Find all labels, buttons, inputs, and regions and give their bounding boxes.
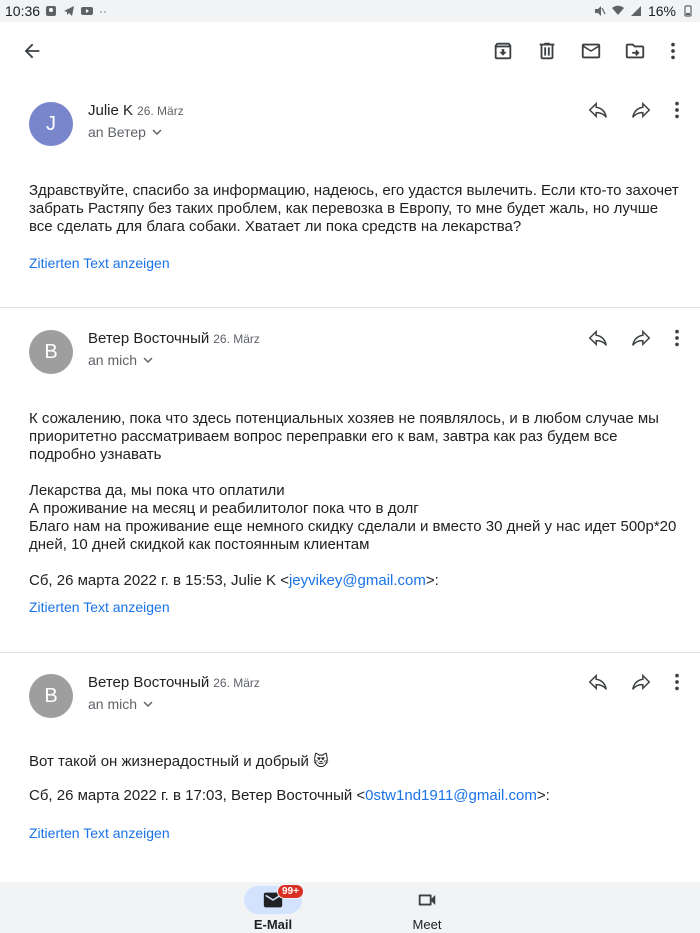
body-line: Лекарства да, мы пока что оплатили: [29, 482, 285, 499]
back-button[interactable]: [17, 36, 47, 66]
avatar[interactable]: J: [29, 102, 73, 146]
video-camera-icon: [418, 894, 436, 906]
bottom-navigation: 99+ E-Mail Meet: [0, 882, 700, 933]
message-more-button[interactable]: [665, 323, 689, 353]
reply-icon: [588, 329, 607, 347]
reply-button[interactable]: [583, 323, 613, 353]
message-body: Здравствуйте, спасибо за информацию, над…: [29, 182, 679, 236]
email-link[interactable]: 0stw1nd1911@gmail.com: [365, 787, 537, 804]
body-paragraph: Вот такой он жизнерадостный и добрый 😻: [29, 753, 329, 770]
show-quoted-text-link[interactable]: Zitierten Text anzeigen: [29, 599, 170, 615]
arrow-back-icon: [24, 43, 40, 59]
more-options-button[interactable]: [658, 36, 688, 66]
message-date: 26. März: [137, 104, 184, 118]
forward-button[interactable]: [626, 323, 656, 353]
more-vert-icon: [675, 329, 679, 347]
more-notifications-icon: ··: [99, 4, 107, 18]
chevron-down-icon: [143, 701, 153, 708]
more-vert-icon: [671, 42, 675, 60]
battery-icon: [684, 5, 692, 17]
message-1: J Julie K 26. März an Ветер Здравствуйте,…: [0, 80, 700, 308]
status-bar: 10:36 ·· 16%: [0, 0, 700, 22]
forward-button[interactable]: [626, 667, 656, 697]
mark-unread-icon: [581, 43, 601, 59]
move-to-icon: [625, 43, 645, 59]
sender-line[interactable]: Julie K 26. März: [88, 102, 184, 119]
reply-button[interactable]: [583, 667, 613, 697]
nav-mail-label: E-Mail: [253, 917, 293, 932]
archive-button[interactable]: [488, 36, 518, 66]
recipient-toggle[interactable]: an Ветер: [88, 124, 162, 140]
delete-icon: [539, 42, 555, 60]
notification-icons: ··: [45, 4, 107, 18]
avatar[interactable]: B: [29, 330, 73, 374]
sender-line[interactable]: Ветер Восточный 26. März: [88, 330, 260, 347]
recipient-toggle[interactable]: an mich: [88, 696, 153, 712]
chevron-down-icon: [152, 129, 162, 136]
recipient-toggle[interactable]: an mich: [88, 352, 153, 368]
nav-mail[interactable]: 99+ E-Mail: [213, 882, 333, 933]
message-more-button[interactable]: [665, 667, 689, 697]
mark-unread-button[interactable]: [576, 36, 606, 66]
recipient-label: an mich: [88, 696, 138, 712]
sender-name: Ветер Восточный: [88, 674, 210, 691]
more-vert-icon: [675, 101, 679, 119]
nav-mail-indicator: 99+: [244, 884, 304, 914]
reply-icon: [588, 673, 607, 691]
message-date: 26. März: [213, 676, 260, 690]
forward-button[interactable]: [626, 95, 656, 125]
message-2: B Ветер Восточный 26. März an mich К сожа…: [0, 308, 700, 652]
telegram-icon: [64, 6, 74, 16]
battery-level: 16%: [647, 3, 676, 19]
app-bar: [0, 22, 700, 80]
forward-icon: [632, 673, 651, 691]
body-paragraph: К сожалению, пока что здесь потенциальны…: [29, 410, 659, 463]
show-quoted-text-link[interactable]: Zitierten Text anzeigen: [29, 255, 170, 271]
body-line: Благо нам на проживание еще немного скид…: [29, 518, 677, 553]
avatar[interactable]: B: [29, 674, 73, 718]
message-body: Вот такой он жизнерадостный и добрый 😻 С…: [29, 753, 679, 805]
wifi-icon: [611, 5, 624, 15]
sender-name: Ветер Восточный: [88, 330, 210, 347]
email-link[interactable]: jeyvikey@gmail.com: [289, 572, 426, 589]
chevron-down-icon: [143, 357, 153, 364]
recipient-label: an mich: [88, 352, 138, 368]
sender-name: Julie K: [88, 102, 134, 119]
body-line: А проживание на месяц и реабилитолог пок…: [29, 500, 419, 517]
message-more-button[interactable]: [665, 95, 689, 125]
delete-button[interactable]: [532, 36, 562, 66]
signal-icon: [630, 6, 641, 16]
message-3: B Ветер Восточный 26. März an mich Вот та…: [0, 653, 700, 882]
more-vert-icon: [675, 673, 679, 691]
archive-icon: [494, 42, 512, 60]
recipient-label: an Ветер: [88, 124, 146, 140]
youtube-icon: [81, 7, 93, 15]
sender-line[interactable]: Ветер Восточный 26. März: [88, 674, 260, 691]
nav-meet-label: Meet: [412, 917, 442, 932]
status-time: 10:36: [5, 3, 41, 19]
reply-button[interactable]: [583, 95, 613, 125]
mute-icon: [594, 6, 606, 16]
message-date: 26. März: [213, 332, 260, 346]
nav-meet-indicator: [398, 886, 456, 914]
quote-header: Сб, 26 марта 2022 г. в 15:53, Julie K <j…: [29, 572, 439, 589]
quote-header: Сб, 26 марта 2022 г. в 17:03, Ветер Вост…: [29, 787, 550, 804]
forward-icon: [632, 101, 651, 119]
forward-icon: [632, 329, 651, 347]
body-paragraph: Здравствуйте, спасибо за информацию, над…: [29, 182, 679, 235]
reply-icon: [588, 101, 607, 119]
move-to-button[interactable]: [620, 36, 650, 66]
show-quoted-text-link[interactable]: Zitierten Text anzeigen: [29, 825, 170, 841]
unread-badge: 99+: [277, 884, 304, 899]
notification-app-icon: [46, 6, 56, 16]
nav-meet[interactable]: Meet: [367, 882, 487, 933]
message-body: К сожалению, пока что здесь потенциальны…: [29, 410, 679, 590]
